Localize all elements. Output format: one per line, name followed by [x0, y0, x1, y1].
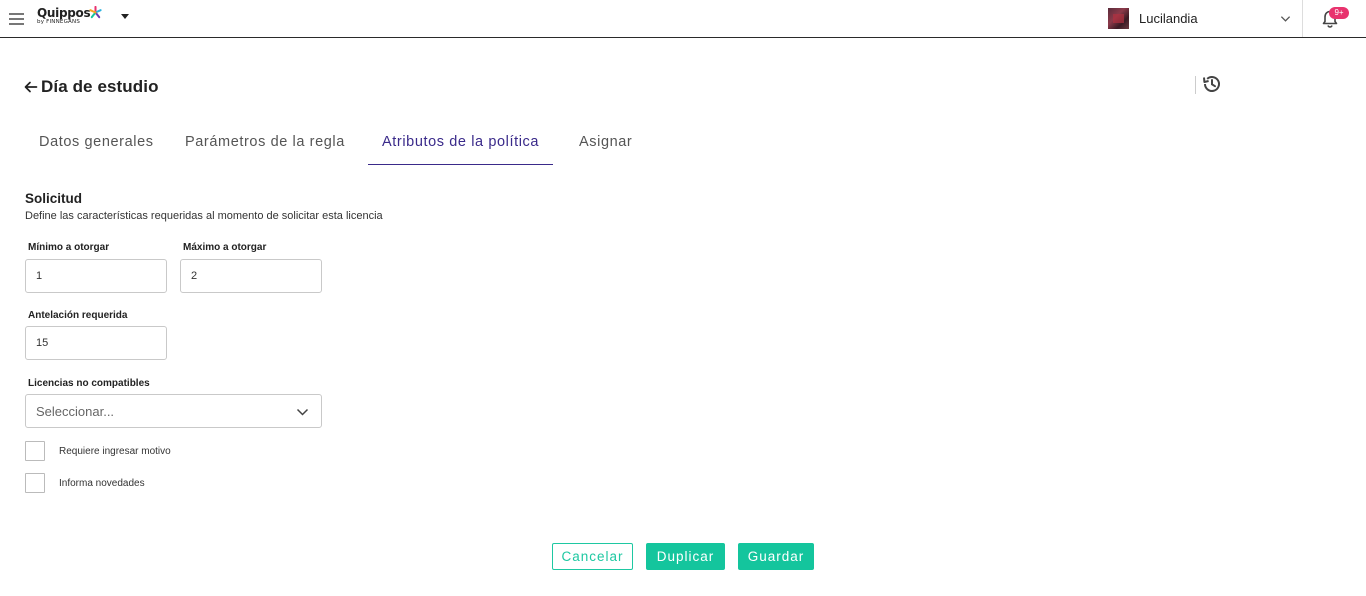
menu-icon[interactable] [9, 13, 24, 25]
require-reason-checkbox[interactable] [25, 441, 45, 461]
save-button[interactable]: Guardar [738, 543, 814, 570]
require-reason-label: Requiere ingresar motivo [59, 446, 171, 457]
incompatible-label: Licencias no compatibles [28, 378, 150, 389]
back-arrow-icon[interactable] [24, 80, 38, 94]
history-icon[interactable] [1201, 73, 1223, 95]
tab-datos-generales[interactable]: Datos generales [39, 126, 154, 165]
app-switcher-caret-icon[interactable] [121, 14, 129, 19]
top-bar: Quippos by FINNEGANS Lucilandia 9+ [0, 0, 1366, 38]
chevron-down-icon [296, 408, 309, 416]
min-input[interactable] [25, 259, 167, 293]
page-title: Día de estudio [41, 77, 159, 96]
select-placeholder: Seleccionar... [36, 404, 115, 419]
chevron-down-icon [1280, 16, 1291, 22]
max-label: Máximo a otorgar [183, 242, 267, 253]
company-name: Lucilandia [1139, 11, 1198, 26]
section-title: Solicitud [25, 191, 82, 206]
header-divider [1195, 76, 1196, 94]
anticipation-input[interactable] [25, 326, 167, 360]
section-description: Define las características requeridas al… [25, 210, 383, 222]
tab-atributos-politica[interactable]: Atributos de la política [368, 126, 554, 165]
notification-badge: 9+ [1329, 7, 1349, 19]
logo-star-icon [89, 6, 102, 19]
cancel-button[interactable]: Cancelar [552, 543, 633, 570]
topbar-divider [1302, 0, 1303, 37]
report-news-label: Informa novedades [59, 478, 145, 489]
company-selector[interactable]: Lucilandia [1108, 8, 1294, 30]
app-logo[interactable]: Quippos by FINNEGANS [37, 6, 107, 30]
duplicate-button[interactable]: Duplicar [646, 543, 725, 570]
anticipation-label: Antelación requerida [28, 310, 128, 321]
company-avatar [1108, 8, 1129, 29]
max-input[interactable] [180, 259, 322, 293]
min-label: Mínimo a otorgar [28, 242, 110, 253]
tab-parametros-regla[interactable]: Parámetros de la regla [185, 126, 345, 165]
logo-subtitle: by FINNEGANS [37, 19, 81, 25]
report-news-checkbox[interactable] [25, 473, 45, 493]
incompatible-licenses-select[interactable]: Seleccionar... [25, 394, 322, 428]
tab-asignar[interactable]: Asignar [579, 126, 632, 165]
